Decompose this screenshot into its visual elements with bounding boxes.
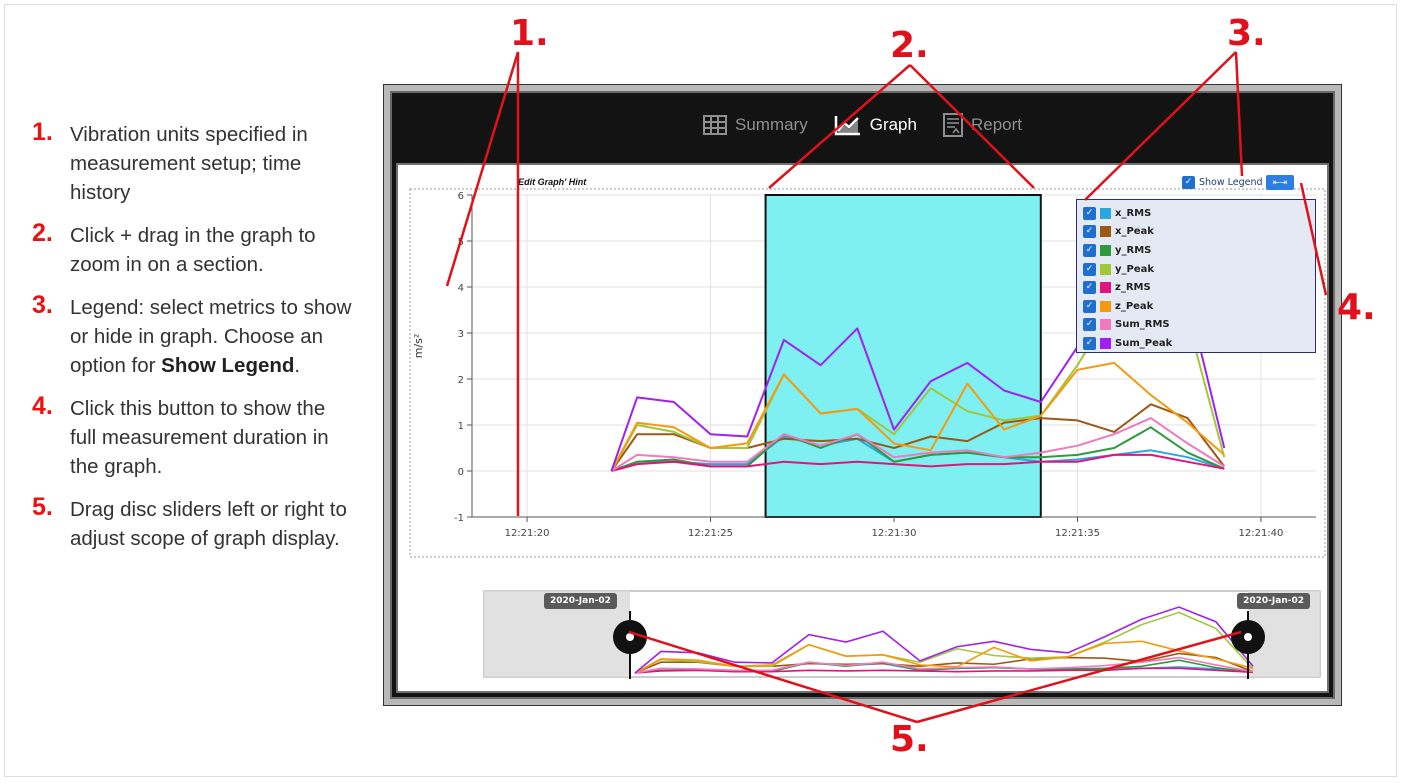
legend-item[interactable]: ✓ Sum_Peak	[1083, 334, 1309, 353]
show-legend-toggle[interactable]: ✓ Show Legend	[1182, 176, 1263, 189]
callout-2: 2.	[890, 25, 929, 66]
x-tick-label: 12:21:30	[872, 528, 917, 539]
checkbox-checked-icon[interactable]: ✓	[1182, 176, 1195, 189]
step-text: Click this button to show the full measu…	[70, 397, 329, 478]
checkbox-checked-icon[interactable]: ✓	[1083, 262, 1096, 276]
checkbox-checked-icon[interactable]: ✓	[1083, 243, 1096, 257]
instruction-item: 5. Drag disc sliders left or right to adj…	[32, 493, 352, 553]
legend-swatch	[1100, 263, 1111, 275]
legend-item[interactable]: ✓ x_RMS	[1083, 204, 1309, 223]
instruction-item: 1. Vibration units specified in measureme…	[32, 118, 352, 207]
checkbox-checked-icon[interactable]: ✓	[1083, 206, 1096, 220]
step-number: 3.	[32, 291, 53, 319]
legend-item[interactable]: ✓ y_Peak	[1083, 260, 1309, 279]
show-legend-label: Show Legend	[1199, 177, 1263, 188]
legend-label: y_RMS	[1115, 244, 1152, 256]
step-number: 4.	[32, 392, 53, 420]
tab-graph-label: Graph	[869, 115, 917, 134]
legend-item[interactable]: ✓ y_RMS	[1083, 241, 1309, 260]
tab-report[interactable]: Report	[942, 113, 1022, 137]
callout-1: 1.	[510, 13, 549, 54]
tab-report-label: Report	[970, 115, 1022, 134]
x-tick-label: 12:21:20	[505, 528, 550, 539]
instruction-item: 4. Click this button to show the full mea…	[32, 392, 352, 481]
callout-4: 4.	[1337, 287, 1376, 328]
edit-graph-hint: 'Edit Graph' Hint	[516, 177, 587, 187]
step-bold-text: Show Legend	[161, 354, 295, 377]
legend-label: z_RMS	[1115, 282, 1151, 294]
y-tick-label: 0	[458, 467, 464, 478]
instruction-list: 1. Vibration units specified in measureme…	[32, 118, 352, 567]
legend-swatch	[1100, 300, 1111, 312]
x-tick-label: 12:21:40	[1238, 528, 1283, 539]
report-icon	[942, 113, 963, 137]
tab-summary[interactable]: Summary	[702, 115, 808, 135]
graph-panel: -1 0 1 2 3 4 5 6 12:21:20 12:21:25 12:21:30 12:21:3…	[396, 163, 1329, 693]
legend-item[interactable]: ✓ Sum_RMS	[1083, 316, 1309, 335]
checkbox-checked-icon[interactable]: ✓	[1083, 225, 1096, 239]
step-number: 5.	[32, 493, 53, 521]
full-duration-button[interactable]: ⇤⇥	[1266, 175, 1294, 190]
y-axis-label: m/s²	[412, 334, 425, 359]
legend-swatch	[1100, 207, 1111, 219]
slider-start-date: 2020-Jan-02	[544, 593, 617, 609]
legend-swatch	[1100, 337, 1111, 349]
checkbox-checked-icon[interactable]: ✓	[1083, 318, 1096, 332]
x-tick-label: 12:21:35	[1055, 528, 1100, 539]
legend-label: x_Peak	[1115, 226, 1154, 238]
view-tabs: Summary Graph Report	[392, 93, 1333, 157]
y-tick-label: 1	[458, 421, 464, 432]
legend-label: x_RMS	[1115, 207, 1152, 219]
slider-end-date: 2020-Jan-02	[1237, 593, 1310, 609]
legend-swatch	[1100, 226, 1111, 238]
app-inner-frame: Summary Graph Report -1 0 1 2 3 4 5 6 12:21:20 12…	[390, 91, 1335, 699]
legend-item[interactable]: ✓ z_Peak	[1083, 297, 1309, 316]
callout-5: 5.	[890, 719, 929, 760]
tab-summary-label: Summary	[734, 115, 808, 134]
checkbox-checked-icon[interactable]: ✓	[1083, 336, 1096, 350]
step-number: 1.	[32, 118, 53, 146]
instruction-item: 2. Click + drag in the graph to zoom in o…	[32, 219, 352, 279]
legend-item[interactable]: ✓ z_RMS	[1083, 278, 1309, 297]
y-tick-label: -1	[454, 513, 464, 524]
step-text: Click + drag in the graph to zoom in on …	[70, 224, 316, 276]
step-text: Vibration units specified in measurement…	[70, 123, 308, 204]
checkbox-checked-icon[interactable]: ✓	[1083, 281, 1096, 295]
legend-item[interactable]: ✓ x_Peak	[1083, 223, 1309, 242]
range-slider[interactable]: 2020-Jan-02 2020-Jan-02	[484, 591, 1318, 677]
grid-icon	[702, 115, 727, 135]
legend-swatch	[1100, 282, 1111, 294]
y-tick-label: 3	[458, 329, 464, 340]
callout-3: 3.	[1227, 13, 1266, 54]
legend-label: z_Peak	[1115, 300, 1154, 312]
y-tick-label: 6	[458, 191, 464, 202]
legend-label: y_Peak	[1115, 263, 1155, 275]
expand-horizontal-icon: ⇤⇥	[1272, 177, 1288, 187]
y-tick-label: 2	[458, 375, 464, 386]
step-tail: .	[294, 354, 301, 377]
step-text: Drag disc sliders left or right to adjus…	[70, 498, 347, 550]
checkbox-checked-icon[interactable]: ✓	[1083, 299, 1096, 313]
legend-label: Sum_Peak	[1115, 337, 1173, 349]
step-number: 2.	[32, 219, 53, 247]
legend-label: Sum_RMS	[1115, 319, 1170, 331]
line-graph-icon	[834, 116, 860, 136]
y-tick-label: 5	[458, 237, 464, 248]
y-tick-label: 4	[458, 283, 464, 294]
x-tick-label: 12:21:25	[688, 528, 733, 539]
legend-swatch	[1100, 319, 1111, 331]
legend-swatch	[1100, 244, 1111, 256]
app-window: Summary Graph Report -1 0 1 2 3 4 5 6 12:21:20 12…	[383, 84, 1342, 706]
instruction-item: 3. Legend: select metrics to show or hide…	[32, 291, 352, 380]
legend: ✓ x_RMS ✓ x_Peak ✓ y_RMS ✓ y_Peak ✓ z_RMS ✓ z_Peak ✓…	[1076, 199, 1316, 353]
tab-graph[interactable]: Graph	[834, 114, 917, 136]
